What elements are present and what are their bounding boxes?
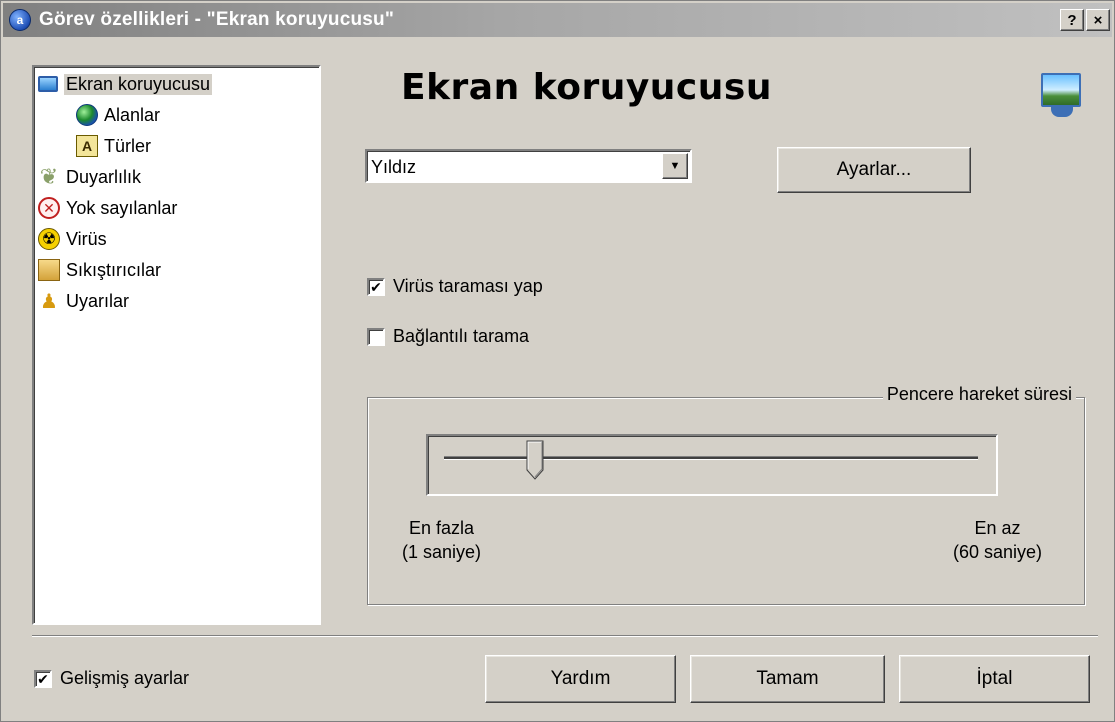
- cancel-button[interactable]: İptal: [899, 655, 1090, 703]
- slider-max-sub: (60 saniye): [952, 542, 1042, 562]
- title-bar[interactable]: a Görev özellikleri - "Ekran koruyucusu"…: [3, 3, 1112, 37]
- tree-item-ekran-koruyucusu[interactable]: Ekran koruyucusu: [38, 69, 213, 99]
- category-tree[interactable]: Ekran koruyucusu Alanlar A Türler ❦ Duya…: [32, 65, 321, 625]
- page-title: Ekran koruyucusu: [401, 67, 772, 108]
- advanced-settings-label: Gelişmiş ayarlar: [60, 668, 190, 688]
- tree-item-label: Türler: [104, 135, 152, 156]
- box-icon: [38, 259, 60, 281]
- feather-icon: ❦: [39, 164, 59, 189]
- properties-dialog: a Görev özellikleri - "Ekran koruyucusu"…: [0, 0, 1115, 722]
- tree-item-label: Alanlar: [104, 104, 161, 125]
- tree-item-label: Duyarlılık: [66, 166, 142, 187]
- motion-time-slider[interactable]: [426, 434, 998, 496]
- help-title-button[interactable]: ?: [1060, 9, 1084, 31]
- user-icon: ♟: [40, 290, 58, 313]
- slider-thumb[interactable]: [526, 440, 544, 480]
- footer-separator: [32, 635, 1098, 637]
- slider-min-sub: (1 saniye): [402, 542, 482, 562]
- window-title: Görev özellikleri - "Ekran koruyucusu": [39, 9, 395, 30]
- virus-scan-checkbox-row[interactable]: ✔ Virüs taraması yap: [367, 276, 543, 297]
- tree-item-alanlar[interactable]: Alanlar: [76, 100, 160, 130]
- tree-item-label: Sıkıştırıcılar: [66, 259, 162, 280]
- radiation-icon: ☢: [38, 228, 60, 250]
- font-icon: A: [76, 135, 98, 157]
- help-button[interactable]: Yardım: [485, 655, 676, 703]
- dropdown-arrow-icon[interactable]: ▼: [662, 153, 688, 179]
- monitor-icon: [38, 76, 58, 92]
- virus-scan-label: Virüs taraması yap: [393, 276, 543, 296]
- close-button[interactable]: ×: [1086, 9, 1110, 31]
- linked-scan-checkbox[interactable]: [367, 327, 385, 346]
- app-icon: a: [9, 9, 31, 31]
- tree-item-virus[interactable]: ☢ Virüs: [38, 224, 107, 254]
- red-x-icon: ✕: [38, 197, 60, 219]
- settings-button[interactable]: Ayarlar...: [777, 147, 971, 193]
- screensaver-select-value: Yıldız: [371, 157, 417, 177]
- advanced-settings-checkbox-row[interactable]: ✔ Gelişmiş ayarlar: [34, 668, 189, 689]
- screensaver-monitor-icon: [1041, 73, 1085, 119]
- tree-item-label: Yok sayılanlar: [66, 197, 178, 218]
- linked-scan-label: Bağlantılı tarama: [393, 326, 530, 346]
- slider-max-label: En az (60 saniye): [953, 516, 1042, 564]
- group-title: Pencere hareket süresi: [882, 384, 1076, 405]
- window-motion-time-group: Pencere hareket süresi En fazla (1 saniy…: [367, 384, 1085, 605]
- advanced-settings-checkbox[interactable]: ✔: [34, 669, 52, 688]
- tree-item-turler[interactable]: A Türler: [76, 131, 151, 161]
- tree-item-uyarilar[interactable]: ♟ Uyarılar: [38, 286, 129, 316]
- tree-item-label: Virüs: [66, 228, 107, 249]
- tree-item-duyarlilik[interactable]: ❦ Duyarlılık: [38, 162, 141, 192]
- tree-item-sikistiricilar[interactable]: Sıkıştırıcılar: [38, 255, 161, 285]
- slider-min-label: En fazla (1 saniye): [402, 516, 481, 564]
- slider-track: [444, 456, 978, 460]
- globe-icon: [76, 104, 98, 126]
- screensaver-select[interactable]: Yıldız ▼: [365, 149, 692, 183]
- tree-item-label: Uyarılar: [66, 290, 130, 311]
- tree-item-label: Ekran koruyucusu: [64, 73, 213, 95]
- linked-scan-checkbox-row[interactable]: Bağlantılı tarama: [367, 326, 529, 347]
- slider-max-text: En az: [974, 518, 1021, 538]
- ok-button[interactable]: Tamam: [690, 655, 885, 703]
- tree-item-yok-sayilanlar[interactable]: ✕ Yok sayılanlar: [38, 193, 177, 223]
- slider-min-text: En fazla: [408, 518, 475, 538]
- virus-scan-checkbox[interactable]: ✔: [367, 277, 385, 296]
